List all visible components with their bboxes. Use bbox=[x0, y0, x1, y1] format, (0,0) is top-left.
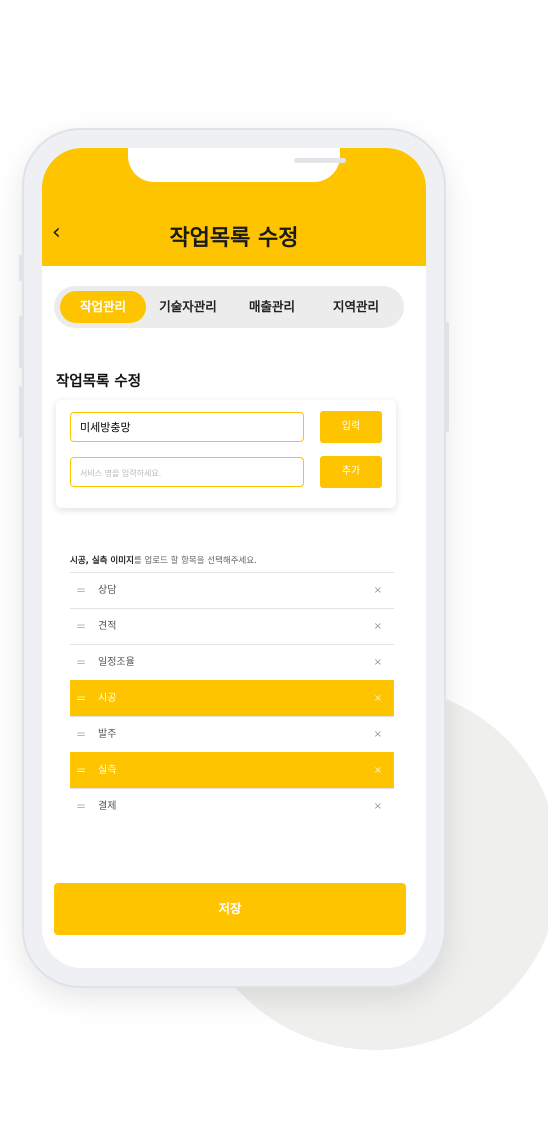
section-title: 작업목록 수정 bbox=[56, 374, 142, 390]
close-icon[interactable]: × bbox=[374, 573, 382, 608]
phone-side-button bbox=[445, 322, 449, 432]
list-item-selected[interactable]: = 실측 × bbox=[70, 752, 394, 788]
list-item-label: 일정조율 bbox=[98, 657, 135, 668]
list-item-label: 시공 bbox=[98, 693, 117, 704]
add-button[interactable]: 추가 bbox=[320, 456, 382, 488]
drag-handle-icon[interactable]: = bbox=[76, 645, 86, 680]
close-icon[interactable]: × bbox=[374, 717, 382, 752]
service-name-field[interactable] bbox=[70, 412, 304, 442]
list-item-label: 견적 bbox=[98, 621, 117, 632]
tab-technician-management[interactable]: 기술자관리 bbox=[146, 291, 230, 323]
close-icon[interactable]: × bbox=[374, 681, 382, 716]
phone-notch bbox=[128, 148, 346, 182]
drag-handle-icon[interactable]: = bbox=[76, 681, 86, 716]
list-item[interactable]: = 발주 × bbox=[70, 716, 394, 752]
list-item[interactable]: = 일정조율 × bbox=[70, 644, 394, 680]
speaker-grille bbox=[294, 158, 346, 163]
list-item[interactable]: = 견적 × bbox=[70, 608, 394, 644]
upload-hint: 시공, 실측 이미지를 업로드 할 항목을 선택해주세요. bbox=[70, 554, 257, 566]
phone-screen: ‹ 작업목록 수정 작업관리 기술자관리 매출관리 지역관리 작업목록 수정 입… bbox=[42, 148, 426, 968]
tab-region-management[interactable]: 지역관리 bbox=[314, 291, 398, 323]
close-icon[interactable]: × bbox=[374, 609, 382, 644]
list-item-label: 상담 bbox=[98, 585, 117, 596]
edit-card: 입력 추가 bbox=[56, 400, 396, 508]
hint-bold: 시공, 실측 이미지 bbox=[70, 556, 134, 566]
drag-handle-icon[interactable]: = bbox=[76, 609, 86, 644]
drag-handle-icon[interactable]: = bbox=[76, 789, 86, 824]
list-item[interactable]: = 상담 × bbox=[70, 572, 394, 608]
service-add-field[interactable] bbox=[70, 457, 304, 487]
drag-handle-icon[interactable]: = bbox=[76, 753, 86, 788]
list-item-label: 실측 bbox=[98, 765, 117, 776]
list-item-label: 결제 bbox=[98, 801, 117, 812]
page-title: 작업목록 수정 bbox=[169, 226, 299, 251]
phone-side-button bbox=[19, 386, 23, 438]
input-button[interactable]: 입력 bbox=[320, 411, 382, 443]
save-button[interactable]: 저장 bbox=[54, 883, 406, 935]
close-icon[interactable]: × bbox=[374, 753, 382, 788]
close-icon[interactable]: × bbox=[374, 645, 382, 680]
drag-handle-icon[interactable]: = bbox=[76, 573, 86, 608]
tab-bar: 작업관리 기술자관리 매출관리 지역관리 bbox=[54, 286, 404, 328]
tab-sales-management[interactable]: 매출관리 bbox=[230, 291, 314, 323]
list-item-selected[interactable]: = 시공 × bbox=[70, 680, 394, 716]
work-item-list: = 상담 × = 견적 × = 일정조율 × = 시공 × = 발주 × = 실… bbox=[70, 572, 394, 824]
phone-side-button bbox=[19, 255, 23, 281]
phone-side-button bbox=[19, 316, 23, 368]
list-item-label: 발주 bbox=[98, 729, 117, 740]
drag-handle-icon[interactable]: = bbox=[76, 717, 86, 752]
app-header: ‹ 작업목록 수정 bbox=[42, 148, 426, 266]
hint-text: 를 업로드 할 항목을 선택해주세요. bbox=[133, 556, 257, 566]
tab-work-management[interactable]: 작업관리 bbox=[60, 291, 146, 323]
close-icon[interactable]: × bbox=[374, 789, 382, 824]
list-item[interactable]: = 결제 × bbox=[70, 788, 394, 824]
